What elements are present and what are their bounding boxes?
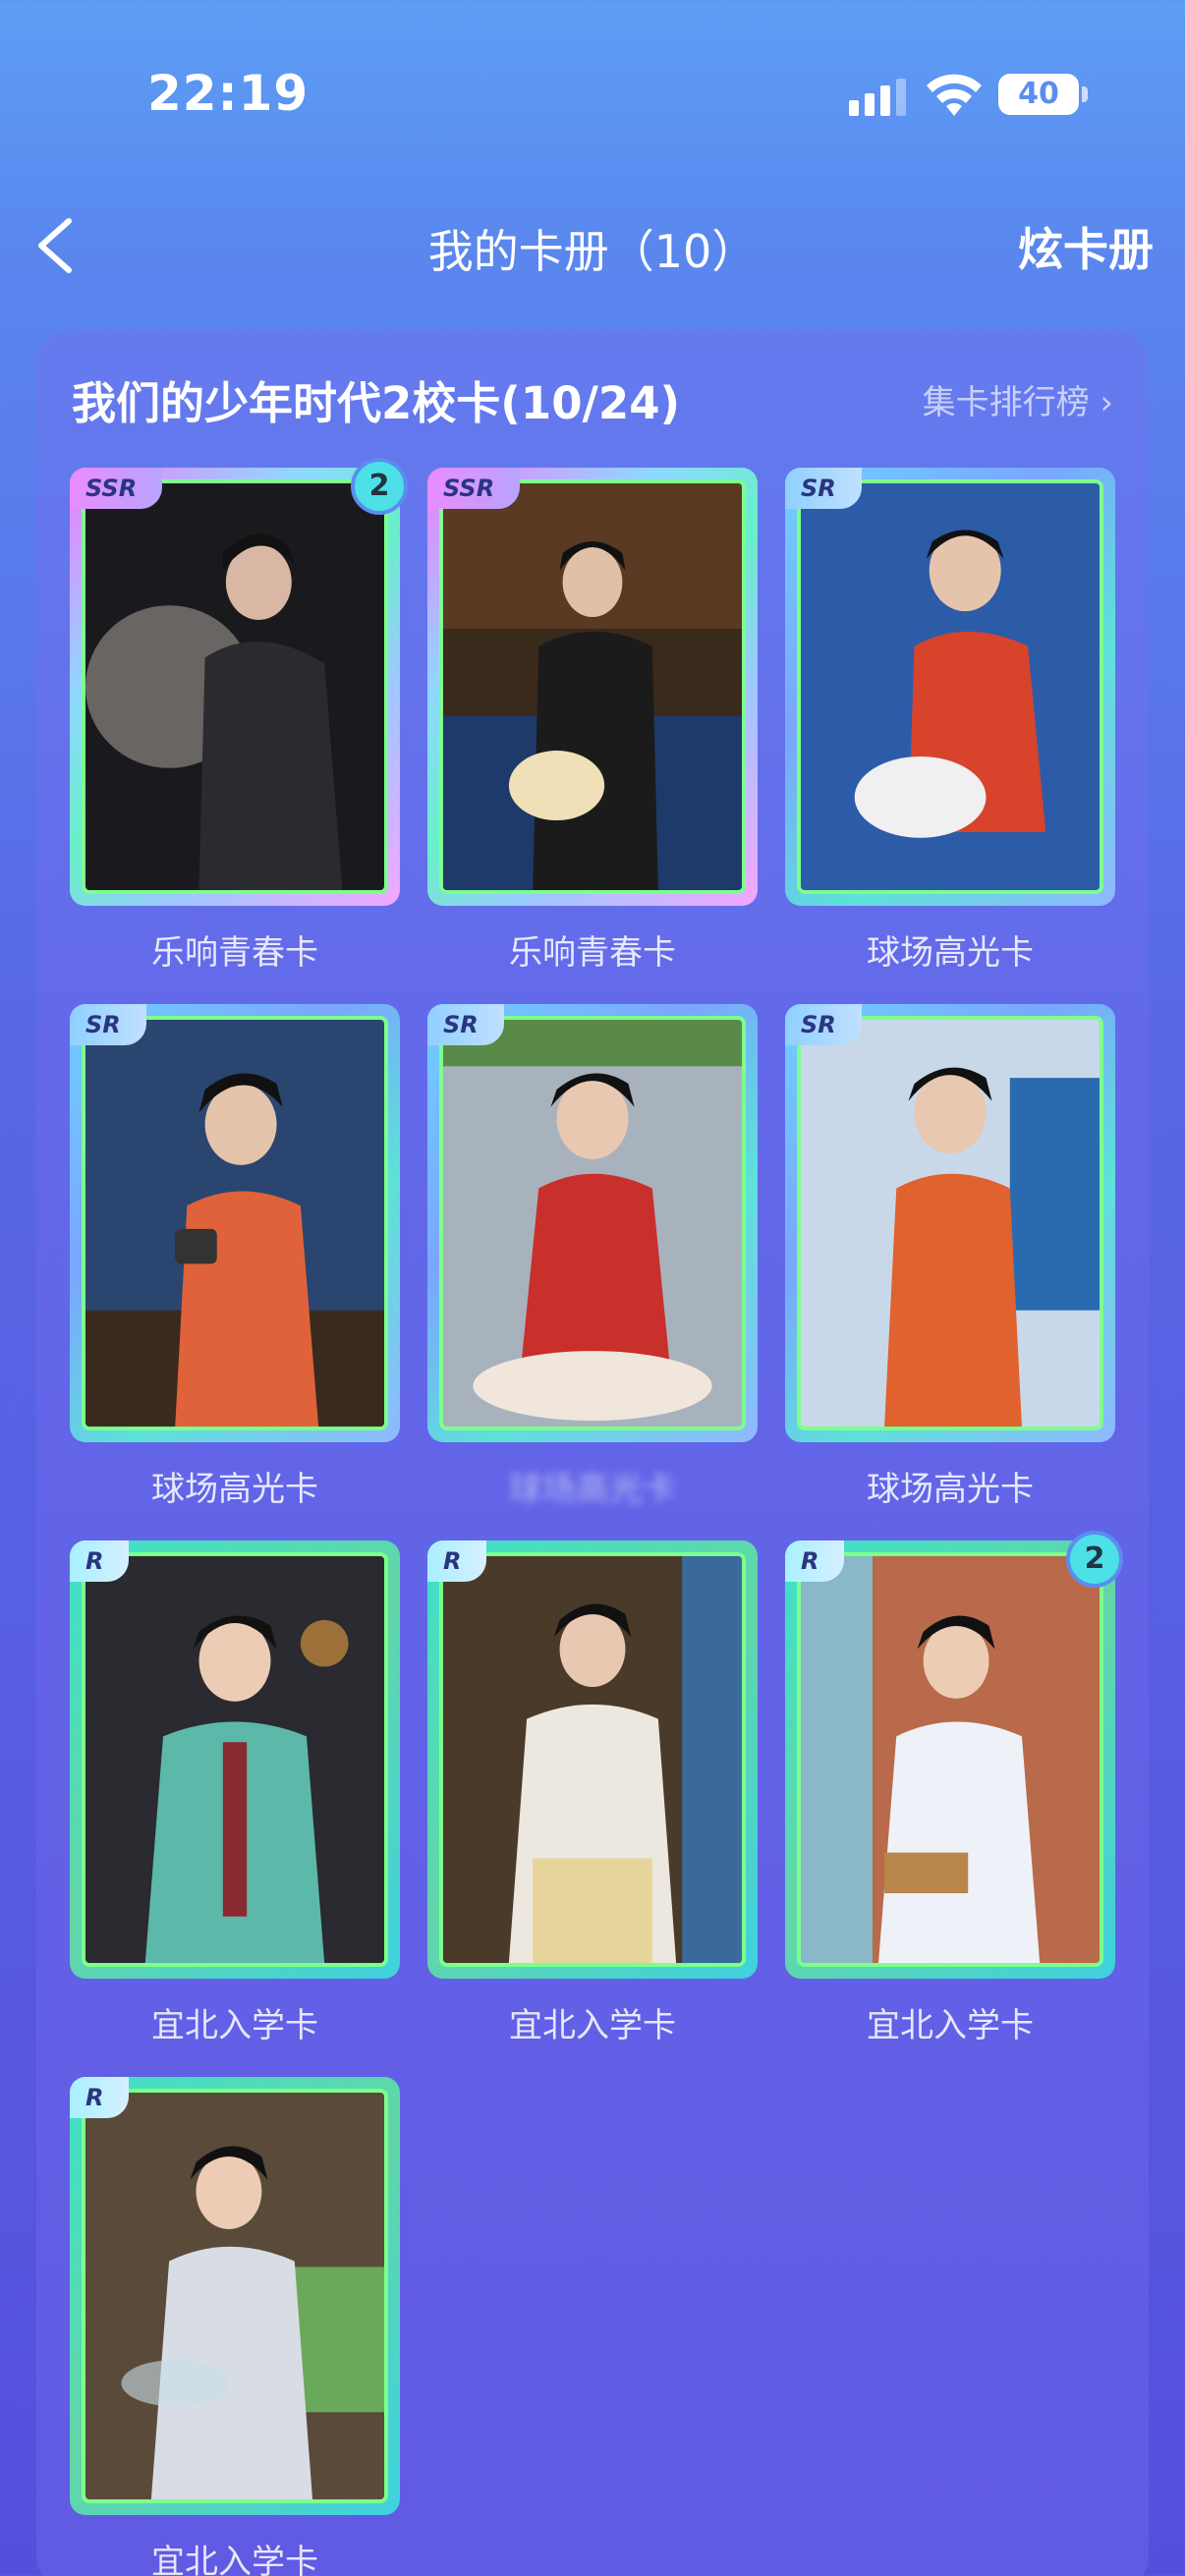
- card-item[interactable]: R 宜北入学卡: [70, 1540, 400, 2061]
- battery-indicator: 40: [998, 74, 1088, 115]
- rarity-tag: R: [427, 1540, 487, 1582]
- card-name: 宜北入学卡: [151, 2006, 318, 2045]
- card-name: 乐响青春卡: [509, 933, 676, 973]
- card-item[interactable]: SR 球场高光卡: [427, 1004, 758, 1525]
- card-frame: [70, 1004, 400, 1442]
- card-frame: [785, 1004, 1115, 1442]
- card-name: 球场高光卡: [867, 933, 1034, 973]
- album-title: 我们的少年时代2校卡(10/24): [72, 377, 681, 429]
- rarity-tag: R: [70, 2077, 130, 2118]
- card-item[interactable]: SR 球场高光卡: [70, 1004, 400, 1525]
- card-frame: [427, 468, 758, 906]
- card-item[interactable]: SSR 2 乐响青春卡: [70, 458, 408, 988]
- card-frame: [427, 1540, 758, 1979]
- card-frame: [70, 2077, 400, 2515]
- card-photo: [797, 1016, 1103, 1430]
- card-frame: [70, 468, 400, 906]
- card-frame: [785, 468, 1115, 906]
- card-item[interactable]: R 2 宜北入学卡: [785, 1531, 1123, 2061]
- rarity-tag: SR: [785, 1004, 862, 1045]
- card-photo: [439, 1552, 746, 1967]
- rarity-tag: SSR: [70, 468, 163, 509]
- card-name: 球场高光卡: [151, 1470, 318, 1509]
- rarity-tag: SR: [427, 1004, 504, 1045]
- card-name: 宜北入学卡: [509, 2006, 676, 2045]
- card-photo: [439, 479, 746, 894]
- card-item[interactable]: R 宜北入学卡: [70, 2077, 400, 2576]
- card-frame: [785, 1540, 1115, 1979]
- album-panel: 我们的少年时代2校卡(10/24) 集卡排行榜 › SSR 2 乐响青春卡 SS…: [36, 330, 1149, 2576]
- card-photo: [82, 2089, 388, 2503]
- card-name: 宜北入学卡: [867, 2006, 1034, 2045]
- card-photo: [82, 1552, 388, 1967]
- card-count-badge: 2: [351, 458, 408, 515]
- card-item[interactable]: SR 球场高光卡: [785, 468, 1115, 988]
- show-album-button[interactable]: 炫卡册: [1018, 214, 1154, 279]
- card-photo: [797, 479, 1103, 894]
- card-name: 球场高光卡: [509, 1470, 676, 1509]
- cellular-signal-icon: [849, 79, 906, 116]
- card-item[interactable]: R 宜北入学卡: [427, 1540, 758, 2061]
- clock: 22:19: [147, 65, 310, 122]
- card-item[interactable]: SR 球场高光卡: [785, 1004, 1115, 1525]
- card-photo: [439, 1016, 746, 1430]
- card-frame: [70, 1540, 400, 1979]
- page-title: 我的卡册（10）: [427, 225, 758, 278]
- rarity-tag: SSR: [427, 468, 521, 509]
- rarity-tag: R: [70, 1540, 130, 1582]
- card-photo: [797, 1552, 1103, 1967]
- card-name: 乐响青春卡: [151, 933, 318, 973]
- card-count-badge: 2: [1066, 1531, 1123, 1588]
- nav-bar: 我的卡册（10） 炫卡册: [0, 187, 1185, 305]
- wifi-icon: [927, 74, 982, 116]
- card-photo: [82, 1016, 388, 1430]
- rarity-tag: SR: [785, 468, 862, 509]
- status-bar: 22:19 40: [0, 0, 1185, 187]
- card-photo: [82, 479, 388, 894]
- card-item[interactable]: SSR 乐响青春卡: [427, 468, 758, 988]
- card-name: 球场高光卡: [867, 1470, 1034, 1509]
- rarity-tag: R: [785, 1540, 845, 1582]
- rarity-tag: SR: [70, 1004, 146, 1045]
- card-name: 宜北入学卡: [151, 2543, 318, 2576]
- ranking-link[interactable]: 集卡排行榜 ›: [923, 375, 1113, 423]
- card-frame: [427, 1004, 758, 1442]
